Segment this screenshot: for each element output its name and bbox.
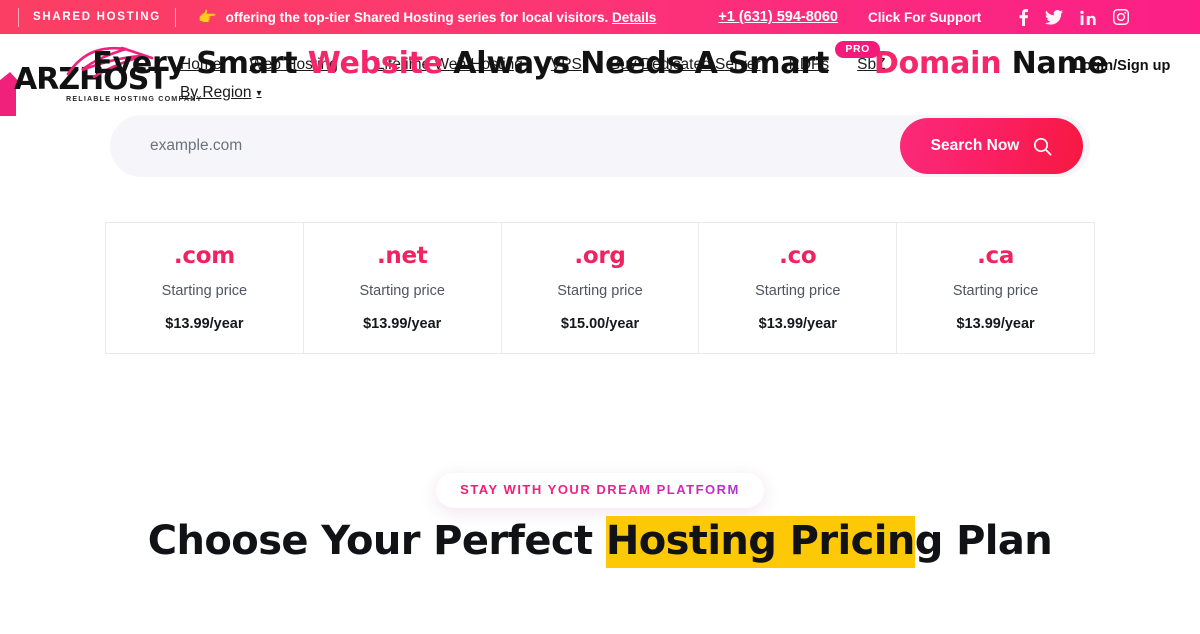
tld-name: .net xyxy=(376,243,428,269)
tld-card[interactable]: .ca Starting price $13.99/year xyxy=(897,223,1094,353)
nav-label: Web Hosting xyxy=(249,56,338,73)
tld-price: $13.99/year xyxy=(956,316,1035,332)
chevron-down-icon: ▾ xyxy=(342,59,348,71)
nav-row-secondary: By Region ▾ xyxy=(180,84,1030,112)
instagram-icon[interactable] xyxy=(1113,9,1130,25)
shared-hosting-tag: SHARED HOSTING xyxy=(18,7,176,27)
tld-subtitle: Starting price xyxy=(161,283,248,299)
tld-card[interactable]: .net Starting price $13.99/year xyxy=(304,223,502,353)
tld-price: $13.99/year xyxy=(363,316,442,332)
tld-subtitle: Starting price xyxy=(952,283,1039,299)
nav-item-vps[interactable]: VPS xyxy=(551,56,582,74)
tld-subtitle: Starting price xyxy=(359,283,445,299)
tld-price: $13.99/year xyxy=(165,316,244,332)
login-signup-button[interactable]: Login/Sign up xyxy=(1062,54,1182,78)
tld-price: $13.99/year xyxy=(758,316,837,332)
nav-label: VPS xyxy=(550,56,582,73)
tld-name: .co xyxy=(779,243,817,269)
section-heading: Choose Your Perfect Hosting Pricing Plan xyxy=(0,516,1200,568)
nav-item-web-hosting[interactable]: Web Hosting ▾ xyxy=(249,56,347,74)
section-eyebrow-badge: STAY WITH YOUR DREAM PLATFORM xyxy=(436,473,764,508)
nav-item-home[interactable]: Home xyxy=(180,56,221,74)
facebook-icon[interactable] xyxy=(1019,8,1029,26)
search-input[interactable] xyxy=(110,137,900,155)
chevron-down-icon: ▾ xyxy=(256,87,262,99)
phone-link[interactable]: +1 (631) 594-8060 xyxy=(718,9,838,25)
search-button-label: Search Now xyxy=(930,137,1020,154)
nav-label: RDPs xyxy=(788,56,830,73)
page-root: SHARED HOSTING 👉 offering the top-tier S… xyxy=(0,0,1200,634)
nav-row: Home Web Hosting ▾ Lifetime Web Hosting … xyxy=(180,56,1030,84)
search-now-button[interactable]: Search Now xyxy=(900,118,1083,174)
nav-item-rdps[interactable]: RDPs xyxy=(789,56,829,74)
domain-search-bar: Search Now xyxy=(110,115,1090,177)
nav-label: Home xyxy=(180,56,222,73)
twitter-icon[interactable] xyxy=(1045,9,1064,25)
section-title-part1: Choose Your Perfect xyxy=(147,518,606,564)
social-links xyxy=(1019,8,1130,26)
tld-card[interactable]: .co Starting price $13.99/year xyxy=(699,223,898,353)
section-title-part2: g Plan xyxy=(914,518,1053,564)
tld-name: .com xyxy=(173,243,235,269)
linkedin-icon[interactable] xyxy=(1080,10,1097,25)
nav-label: Lifetime Web Hosting xyxy=(375,56,523,73)
tld-card[interactable]: .com Starting price $13.99/year xyxy=(106,223,304,353)
nav-item-lifetime-web-hosting[interactable]: Lifetime Web Hosting xyxy=(376,56,523,74)
logo[interactable]: ARZHOST RELIABLE HOSTING COMPANY xyxy=(0,46,201,116)
nav-label: SbZ xyxy=(857,56,886,73)
pointing-hand-icon: 👉 xyxy=(197,8,217,26)
tld-name: .org xyxy=(574,243,626,269)
main-navigation: Home Web Hosting ▾ Lifetime Web Hosting … xyxy=(180,56,1030,112)
details-link[interactable]: Details xyxy=(612,10,656,25)
nav-item-by-region[interactable]: By Region ▾ xyxy=(180,84,262,102)
nav-label: By Region xyxy=(180,84,252,101)
tld-price: $15.00/year xyxy=(560,316,640,332)
support-link[interactable]: Click For Support xyxy=(868,10,981,25)
nav-item-sbz[interactable]: SbZ xyxy=(857,56,885,74)
site-header: ARZHOST RELIABLE HOSTING COMPANY Home We… xyxy=(0,34,1200,120)
tld-card[interactable]: .org Starting price $15.00/year xyxy=(502,223,700,353)
logo-scribble-icon xyxy=(66,46,154,78)
search-icon xyxy=(1034,137,1052,155)
announcement-message: offering the top-tier Shared Hosting ser… xyxy=(226,10,657,25)
section-eyebrow-text: STAY WITH YOUR DREAM PLATFORM xyxy=(460,482,740,497)
section-title-highlight: Hosting Pricin xyxy=(605,516,915,568)
nav-label: Buy Dedicated Server xyxy=(609,56,761,73)
nav-item-buy-dedicated-server[interactable]: Buy Dedicated Server xyxy=(610,56,761,74)
tld-name: .ca xyxy=(977,243,1015,269)
tld-subtitle: Starting price xyxy=(755,283,841,299)
announcement-text: offering the top-tier Shared Hosting ser… xyxy=(225,9,609,25)
tld-price-row: .com Starting price $13.99/year .net Sta… xyxy=(105,222,1095,354)
announcement-bar: SHARED HOSTING 👉 offering the top-tier S… xyxy=(0,0,1200,34)
tld-subtitle: Starting price xyxy=(557,283,643,299)
